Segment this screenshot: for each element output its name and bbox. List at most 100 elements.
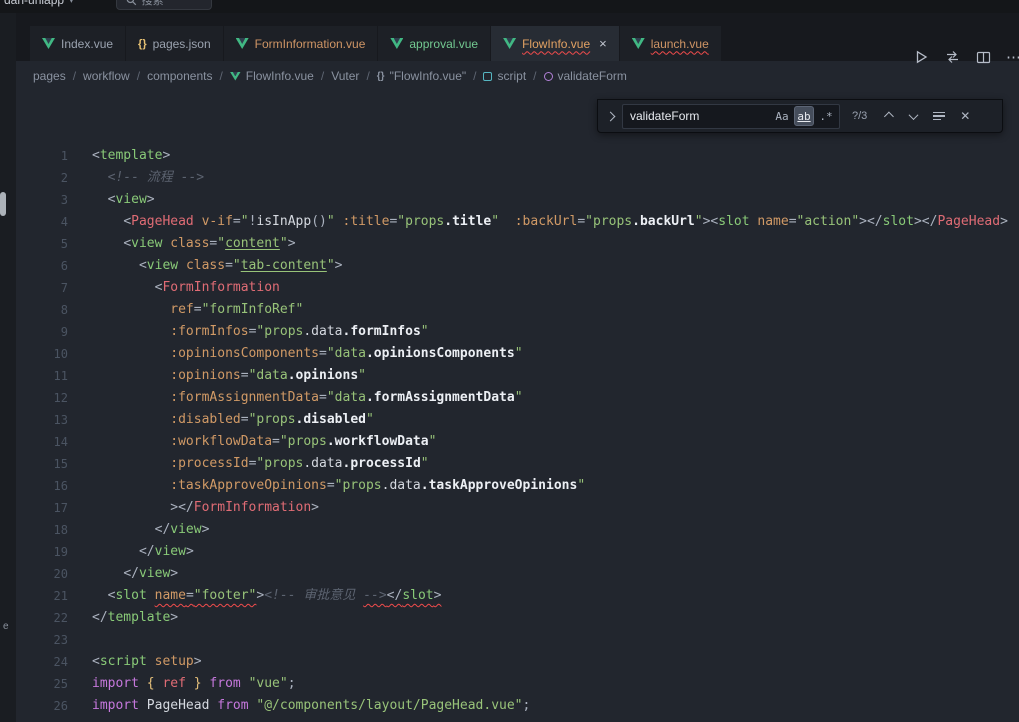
line-number[interactable]: 15	[16, 453, 68, 475]
chevron-down-icon: ▾	[69, 0, 74, 6]
breadcrumb-item-FlowInfo.vue[interactable]: {}"FlowInfo.vue"	[377, 69, 466, 83]
code-line[interactable]: 6 <view class="tab-content">	[16, 255, 1019, 277]
line-number[interactable]: 17	[16, 497, 68, 519]
open-changes-button[interactable]	[943, 48, 961, 66]
code-text: :opinions="data.opinions"	[68, 365, 366, 387]
code-line[interactable]: 25import { ref } from "vue";	[16, 673, 1019, 695]
more-actions-button[interactable]: ⋯	[1005, 48, 1019, 66]
code-line[interactable]: 9 :formInfos="props.data.formInfos"	[16, 321, 1019, 343]
code-line[interactable]: 7 <FormInformation	[16, 277, 1019, 299]
line-number[interactable]: 23	[16, 629, 68, 651]
code-line[interactable]: 4 <PageHead v-if="!isInApp()" :title="pr…	[16, 211, 1019, 233]
line-number[interactable]: 18	[16, 519, 68, 541]
code-line[interactable]: 17 ></FormInformation>	[16, 497, 1019, 519]
code-text: </template>	[68, 607, 178, 629]
toggle-replace-button[interactable]	[604, 113, 616, 120]
code-text: ref="formInfoRef"	[68, 299, 303, 321]
run-button[interactable]	[912, 48, 930, 66]
breadcrumb-item-script[interactable]: script	[483, 69, 526, 83]
code-line[interactable]: 20 </view>	[16, 563, 1019, 585]
find-next-button[interactable]	[903, 106, 923, 126]
code-line[interactable]: 21 <slot name="footer"><!-- 审批意见 --></sl…	[16, 585, 1019, 607]
code-line[interactable]: 18 </view>	[16, 519, 1019, 541]
tab-label: launch.vue	[651, 37, 709, 51]
breadcrumb-item-FlowInfo.vue[interactable]: FlowInfo.vue	[230, 69, 314, 83]
line-number[interactable]: 1	[16, 145, 68, 167]
tab-label: approval.vue	[409, 37, 478, 51]
braces-icon: {}	[377, 71, 385, 82]
code-line[interactable]: 16 :taskApproveOpinions="props.data.task…	[16, 475, 1019, 497]
code-line[interactable]: 24<script setup>	[16, 651, 1019, 673]
code-text: <!-- 流程 -->	[68, 167, 204, 189]
global-search-box[interactable]: 搜索	[116, 0, 212, 10]
line-number[interactable]: 8	[16, 299, 68, 321]
code-line[interactable]: 14 :workflowData="props.workflowData"	[16, 431, 1019, 453]
line-number[interactable]: 25	[16, 673, 68, 695]
symbol-method-icon	[544, 72, 553, 81]
match-case-button[interactable]: Aa	[772, 106, 792, 126]
find-input[interactable]	[630, 109, 770, 123]
split-editor-button[interactable]	[974, 48, 992, 66]
code-line[interactable]: 12 :formAssignmentData="data.formAssignm…	[16, 387, 1019, 409]
symbol-script-icon	[483, 72, 492, 81]
vue-file-icon	[632, 38, 645, 49]
line-number[interactable]: 2	[16, 167, 68, 189]
line-number[interactable]: 5	[16, 233, 68, 255]
line-number[interactable]: 24	[16, 651, 68, 673]
code-line[interactable]: 19 </view>	[16, 541, 1019, 563]
line-number[interactable]: 10	[16, 343, 68, 365]
line-number[interactable]: 13	[16, 409, 68, 431]
breadcrumb-item-validateForm[interactable]: validateForm	[544, 69, 627, 83]
activity-bar[interactable]: e	[0, 13, 16, 722]
breadcrumb-item-pages[interactable]: pages	[33, 69, 66, 83]
tab-launch.vue[interactable]: launch.vue	[620, 26, 721, 61]
line-number[interactable]: 9	[16, 321, 68, 343]
whole-word-button[interactable]: ab	[794, 106, 814, 126]
code-line[interactable]: 1<template>	[16, 145, 1019, 167]
tab-label: FormInformation.vue	[255, 37, 366, 51]
code-line[interactable]: 10 :opinionsComponents="data.opinionsCom…	[16, 343, 1019, 365]
code-line[interactable]: 22</template>	[16, 607, 1019, 629]
line-number[interactable]: 14	[16, 431, 68, 453]
code-line[interactable]: 23	[16, 629, 1019, 651]
line-number[interactable]: 20	[16, 563, 68, 585]
code-line[interactable]: 8 ref="formInfoRef"	[16, 299, 1019, 321]
regex-button[interactable]: .*	[816, 106, 836, 126]
code-text: <FormInformation	[68, 277, 280, 299]
line-number[interactable]: 19	[16, 541, 68, 563]
tab-pages.json[interactable]: {}pages.json	[126, 26, 223, 61]
breadcrumb-item-workflow[interactable]: workflow	[83, 69, 130, 83]
code-line[interactable]: 11 :opinions="data.opinions"	[16, 365, 1019, 387]
line-number[interactable]: 3	[16, 189, 68, 211]
line-number[interactable]: 12	[16, 387, 68, 409]
line-number[interactable]: 7	[16, 277, 68, 299]
code-line[interactable]: 3 <view>	[16, 189, 1019, 211]
close-icon[interactable]: ×	[599, 37, 607, 50]
code-line[interactable]: 15 :processId="props.data.processId"	[16, 453, 1019, 475]
line-number[interactable]: 6	[16, 255, 68, 277]
breadcrumb-item-components[interactable]: components	[147, 69, 212, 83]
find-in-selection-button[interactable]	[929, 106, 949, 126]
find-previous-button[interactable]	[877, 106, 897, 126]
code-text: <slot name="footer"><!-- 审批意见 --></slot>	[68, 585, 441, 607]
tab-FormInformation.vue[interactable]: FormInformation.vue	[224, 26, 378, 61]
line-number[interactable]: 22	[16, 607, 68, 629]
line-number[interactable]: 11	[16, 365, 68, 387]
code-line[interactable]: 26import PageHead from "@/components/lay…	[16, 695, 1019, 717]
code-text: :formAssignmentData="data.formAssignment…	[68, 387, 523, 409]
line-number[interactable]: 21	[16, 585, 68, 607]
tab-approval.vue[interactable]: approval.vue	[378, 26, 490, 61]
line-number[interactable]: 16	[16, 475, 68, 497]
tab-FlowInfo.vue[interactable]: FlowInfo.vue×	[491, 26, 619, 61]
find-close-button[interactable]: ✕	[955, 106, 975, 126]
code-line[interactable]: 5 <view class="content">	[16, 233, 1019, 255]
breadcrumb-item-Vuter[interactable]: Vuter	[331, 69, 359, 83]
tab-Index.vue[interactable]: Index.vue	[30, 26, 125, 61]
code-text: </view>	[68, 519, 209, 541]
code-area[interactable]: 1<template>2 <!-- 流程 -->3 <view>4 <PageH…	[16, 145, 1019, 722]
code-line[interactable]: 13 :disabled="props.disabled"	[16, 409, 1019, 431]
line-number[interactable]: 4	[16, 211, 68, 233]
project-name[interactable]: dan-uniapp	[4, 0, 64, 7]
code-line[interactable]: 2 <!-- 流程 -->	[16, 167, 1019, 189]
line-number[interactable]: 26	[16, 695, 68, 717]
